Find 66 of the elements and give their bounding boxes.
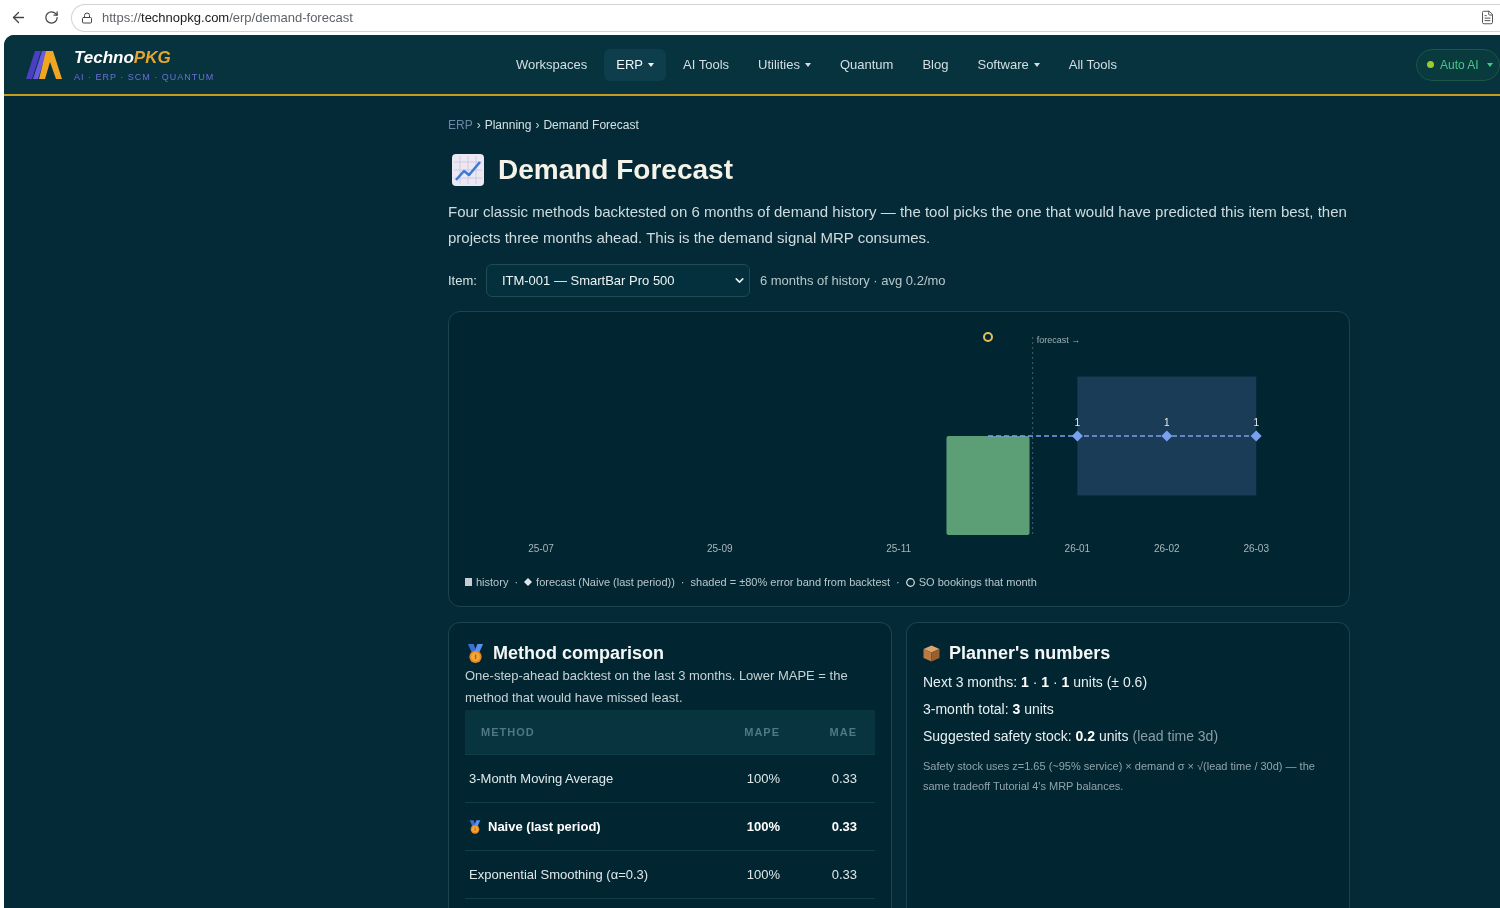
brand-tagline: AI · ERP · SCM · QUANTUM: [74, 70, 215, 83]
nav-item[interactable]: Blog: [910, 48, 961, 81]
axis-label: 26-03: [1243, 542, 1269, 554]
breadcrumb-item: Demand Forecast: [543, 117, 639, 133]
planner-stat: Suggested safety stock: 0.2 units: [923, 727, 1129, 746]
method-cell-text: Naive (last period): [488, 817, 601, 836]
medal-icon: [467, 643, 484, 663]
back-icon[interactable]: [10, 9, 27, 26]
planner-stat: 3-month total: 3 units: [923, 700, 1054, 719]
mae-cell-text: 0.33: [830, 817, 858, 836]
planner-stat: Next 3 months: 1 · 1 · 1 units (± 0.6): [923, 673, 1148, 692]
logo-icon: [26, 50, 62, 79]
card-title: Planner's numbers: [949, 642, 1111, 665]
mape-cell-text: 100%: [745, 817, 781, 836]
brand-name: TechnoPKG: [74, 46, 172, 69]
axis-label: 25-09: [707, 542, 733, 554]
package-icon: [923, 644, 940, 662]
axis-label: 25-07: [528, 542, 554, 554]
nav-item[interactable]: Quantum: [827, 48, 906, 81]
item-summary: 6 months of history · avg 0.2/mo: [759, 271, 946, 290]
legend-label: history: [476, 574, 509, 590]
breadcrumb-separator: ›: [476, 117, 481, 133]
square-icon: [465, 578, 472, 586]
planner-note: (lead time 3d): [1132, 727, 1219, 746]
planner-footnote: Safety stock uses z=1.65 (~95% service) × demand σ × √(lead time / 30d) — the same tradeoff Tutorial 4's MRP balances.: [923, 759, 1316, 794]
card-description: One-step-ahead backtest on the last 3 months. Lower MAPE = the method that would have missed least.: [465, 667, 849, 707]
item-label: Item:: [448, 271, 477, 290]
chart-increasing-icon: [452, 154, 484, 186]
legend-separator: ·: [514, 574, 519, 590]
breadcrumb-link[interactable]: ERP: [448, 117, 473, 133]
mape-cell-text: 100%: [745, 769, 781, 788]
legend-separator: ·: [680, 574, 685, 590]
intro-text: Four classic methods backtested on 6 months of demand history — the tool picks the one that would have predicted this item best, then projects three months ahead. This is the demand signal MRP consumes.: [448, 202, 1348, 248]
axis-label: 25-11: [886, 542, 911, 554]
nav-item[interactable]: Workspaces: [504, 48, 600, 81]
column-header: MAE: [828, 724, 858, 740]
mode-selector[interactable]: Auto AI: [1416, 48, 1500, 81]
column-header: METHOD: [480, 724, 536, 740]
legend-label: forecast (Naive (last period)): [536, 574, 675, 590]
legend-label: SO bookings that month: [918, 574, 1037, 590]
axis-label: 26-02: [1154, 542, 1180, 554]
nav-item[interactable]: ERP: [604, 48, 667, 81]
ring-icon: [905, 577, 915, 587]
breadcrumb-separator: ›: [535, 117, 540, 133]
item-select[interactable]: ITM-001 — SmartBar Pro 500: [485, 264, 750, 297]
nav-item[interactable]: All Tools: [1056, 48, 1129, 81]
method-cell-text: 3-Month Moving Average: [469, 769, 614, 788]
reader-icon[interactable]: [1480, 10, 1495, 25]
legend-label: shaded = ±80% error band from backtest: [690, 574, 891, 590]
breadcrumb-item: Planning: [484, 117, 532, 133]
axis-label: 26-01: [1064, 542, 1091, 554]
medal-icon: [469, 819, 481, 834]
mape-cell-text: 100%: [745, 865, 781, 884]
reload-icon[interactable]: [44, 10, 59, 25]
lock-icon: [81, 11, 93, 24]
legend-separator: ·: [896, 574, 900, 590]
mae-cell-text: 0.33: [830, 769, 858, 788]
column-header: MAPE: [743, 724, 781, 740]
card-title: Method comparison: [493, 642, 664, 665]
method-cell-text: Exponential Smoothing (α=0.3): [469, 865, 649, 884]
nav-item[interactable]: AI Tools: [671, 48, 742, 81]
diamond-icon: [524, 578, 533, 586]
page-title: Demand Forecast: [498, 153, 733, 187]
nav-item[interactable]: Utilities: [746, 48, 823, 81]
nav-item[interactable]: Software: [965, 48, 1052, 81]
mae-cell-text: 0.33: [830, 865, 858, 884]
